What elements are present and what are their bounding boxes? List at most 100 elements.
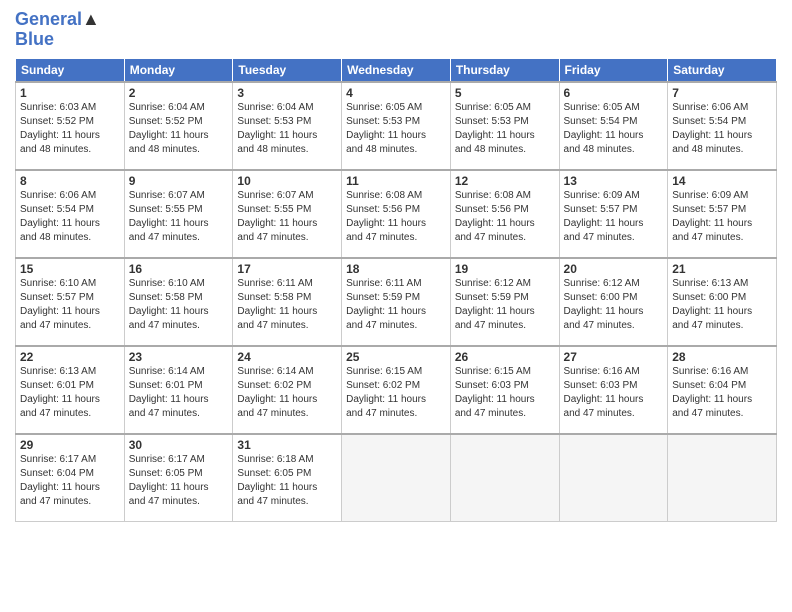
day-number: 6 — [564, 86, 664, 100]
day-number: 14 — [672, 174, 772, 188]
day-info: Sunrise: 6:08 AM Sunset: 5:56 PM Dayligh… — [346, 189, 446, 245]
calendar-cell: 30 Sunrise: 6:17 AM Sunset: 6:05 PM Dayl… — [124, 434, 233, 522]
header: General▲ Blue — [15, 10, 777, 50]
day-info: Sunrise: 6:04 AM Sunset: 5:52 PM Dayligh… — [129, 101, 229, 157]
day-info: Sunrise: 6:09 AM Sunset: 5:57 PM Dayligh… — [564, 189, 664, 245]
calendar-cell — [559, 434, 668, 522]
day-info: Sunrise: 6:06 AM Sunset: 5:54 PM Dayligh… — [672, 101, 772, 157]
day-info: Sunrise: 6:05 AM Sunset: 5:53 PM Dayligh… — [455, 101, 555, 157]
calendar-cell: 23 Sunrise: 6:14 AM Sunset: 6:01 PM Dayl… — [124, 346, 233, 434]
week-row-4: 22 Sunrise: 6:13 AM Sunset: 6:01 PM Dayl… — [16, 346, 777, 434]
calendar-cell: 3 Sunrise: 6:04 AM Sunset: 5:53 PM Dayli… — [233, 82, 342, 170]
day-info: Sunrise: 6:15 AM Sunset: 6:03 PM Dayligh… — [455, 365, 555, 421]
day-number: 18 — [346, 262, 446, 276]
col-header-friday: Friday — [559, 58, 668, 82]
logo-general: General — [15, 9, 82, 29]
col-header-thursday: Thursday — [450, 58, 559, 82]
day-info: Sunrise: 6:16 AM Sunset: 6:04 PM Dayligh… — [672, 365, 772, 421]
calendar-cell: 22 Sunrise: 6:13 AM Sunset: 6:01 PM Dayl… — [16, 346, 125, 434]
calendar-cell: 1 Sunrise: 6:03 AM Sunset: 5:52 PM Dayli… — [16, 82, 125, 170]
calendar-cell: 29 Sunrise: 6:17 AM Sunset: 6:04 PM Dayl… — [16, 434, 125, 522]
calendar-cell: 12 Sunrise: 6:08 AM Sunset: 5:56 PM Dayl… — [450, 170, 559, 258]
calendar-cell: 18 Sunrise: 6:11 AM Sunset: 5:59 PM Dayl… — [342, 258, 451, 346]
calendar-cell: 17 Sunrise: 6:11 AM Sunset: 5:58 PM Dayl… — [233, 258, 342, 346]
calendar-cell: 11 Sunrise: 6:08 AM Sunset: 5:56 PM Dayl… — [342, 170, 451, 258]
calendar-cell: 7 Sunrise: 6:06 AM Sunset: 5:54 PM Dayli… — [668, 82, 777, 170]
day-info: Sunrise: 6:05 AM Sunset: 5:54 PM Dayligh… — [564, 101, 664, 157]
day-number: 21 — [672, 262, 772, 276]
logo: General▲ Blue — [15, 10, 100, 50]
day-number: 3 — [237, 86, 337, 100]
day-info: Sunrise: 6:14 AM Sunset: 6:02 PM Dayligh… — [237, 365, 337, 421]
day-number: 12 — [455, 174, 555, 188]
day-info: Sunrise: 6:14 AM Sunset: 6:01 PM Dayligh… — [129, 365, 229, 421]
day-info: Sunrise: 6:18 AM Sunset: 6:05 PM Dayligh… — [237, 453, 337, 509]
day-number: 24 — [237, 350, 337, 364]
day-number: 9 — [129, 174, 229, 188]
col-header-wednesday: Wednesday — [342, 58, 451, 82]
day-info: Sunrise: 6:12 AM Sunset: 5:59 PM Dayligh… — [455, 277, 555, 333]
day-number: 31 — [237, 438, 337, 452]
day-info: Sunrise: 6:17 AM Sunset: 6:05 PM Dayligh… — [129, 453, 229, 509]
col-header-monday: Monday — [124, 58, 233, 82]
calendar-cell — [342, 434, 451, 522]
day-info: Sunrise: 6:07 AM Sunset: 5:55 PM Dayligh… — [129, 189, 229, 245]
calendar-cell: 6 Sunrise: 6:05 AM Sunset: 5:54 PM Dayli… — [559, 82, 668, 170]
day-info: Sunrise: 6:10 AM Sunset: 5:58 PM Dayligh… — [129, 277, 229, 333]
day-number: 26 — [455, 350, 555, 364]
day-number: 15 — [20, 262, 120, 276]
calendar-cell: 10 Sunrise: 6:07 AM Sunset: 5:55 PM Dayl… — [233, 170, 342, 258]
logo-blue: Blue — [15, 30, 100, 50]
day-info: Sunrise: 6:06 AM Sunset: 5:54 PM Dayligh… — [20, 189, 120, 245]
calendar-cell: 28 Sunrise: 6:16 AM Sunset: 6:04 PM Dayl… — [668, 346, 777, 434]
day-number: 4 — [346, 86, 446, 100]
calendar-cell: 15 Sunrise: 6:10 AM Sunset: 5:57 PM Dayl… — [16, 258, 125, 346]
week-row-1: 1 Sunrise: 6:03 AM Sunset: 5:52 PM Dayli… — [16, 82, 777, 170]
day-info: Sunrise: 6:13 AM Sunset: 6:01 PM Dayligh… — [20, 365, 120, 421]
calendar-cell: 20 Sunrise: 6:12 AM Sunset: 6:00 PM Dayl… — [559, 258, 668, 346]
calendar-cell: 16 Sunrise: 6:10 AM Sunset: 5:58 PM Dayl… — [124, 258, 233, 346]
day-info: Sunrise: 6:11 AM Sunset: 5:58 PM Dayligh… — [237, 277, 337, 333]
day-number: 8 — [20, 174, 120, 188]
calendar-cell: 4 Sunrise: 6:05 AM Sunset: 5:53 PM Dayli… — [342, 82, 451, 170]
calendar: SundayMondayTuesdayWednesdayThursdayFrid… — [15, 58, 777, 523]
calendar-cell: 9 Sunrise: 6:07 AM Sunset: 5:55 PM Dayli… — [124, 170, 233, 258]
day-number: 22 — [20, 350, 120, 364]
day-number: 2 — [129, 86, 229, 100]
day-number: 11 — [346, 174, 446, 188]
day-number: 1 — [20, 86, 120, 100]
calendar-cell: 25 Sunrise: 6:15 AM Sunset: 6:02 PM Dayl… — [342, 346, 451, 434]
day-number: 17 — [237, 262, 337, 276]
col-header-saturday: Saturday — [668, 58, 777, 82]
day-number: 7 — [672, 86, 772, 100]
day-info: Sunrise: 6:05 AM Sunset: 5:53 PM Dayligh… — [346, 101, 446, 157]
day-info: Sunrise: 6:13 AM Sunset: 6:00 PM Dayligh… — [672, 277, 772, 333]
day-info: Sunrise: 6:04 AM Sunset: 5:53 PM Dayligh… — [237, 101, 337, 157]
calendar-cell: 8 Sunrise: 6:06 AM Sunset: 5:54 PM Dayli… — [16, 170, 125, 258]
day-number: 27 — [564, 350, 664, 364]
day-info: Sunrise: 6:11 AM Sunset: 5:59 PM Dayligh… — [346, 277, 446, 333]
day-number: 10 — [237, 174, 337, 188]
day-number: 25 — [346, 350, 446, 364]
day-info: Sunrise: 6:17 AM Sunset: 6:04 PM Dayligh… — [20, 453, 120, 509]
day-info: Sunrise: 6:10 AM Sunset: 5:57 PM Dayligh… — [20, 277, 120, 333]
day-info: Sunrise: 6:16 AM Sunset: 6:03 PM Dayligh… — [564, 365, 664, 421]
week-row-3: 15 Sunrise: 6:10 AM Sunset: 5:57 PM Dayl… — [16, 258, 777, 346]
day-info: Sunrise: 6:07 AM Sunset: 5:55 PM Dayligh… — [237, 189, 337, 245]
calendar-cell: 19 Sunrise: 6:12 AM Sunset: 5:59 PM Dayl… — [450, 258, 559, 346]
week-row-2: 8 Sunrise: 6:06 AM Sunset: 5:54 PM Dayli… — [16, 170, 777, 258]
day-number: 19 — [455, 262, 555, 276]
page: General▲ Blue SundayMondayTuesdayWednesd… — [0, 0, 792, 612]
day-number: 30 — [129, 438, 229, 452]
calendar-cell: 26 Sunrise: 6:15 AM Sunset: 6:03 PM Dayl… — [450, 346, 559, 434]
calendar-cell: 14 Sunrise: 6:09 AM Sunset: 5:57 PM Dayl… — [668, 170, 777, 258]
day-number: 29 — [20, 438, 120, 452]
calendar-cell: 27 Sunrise: 6:16 AM Sunset: 6:03 PM Dayl… — [559, 346, 668, 434]
calendar-cell: 24 Sunrise: 6:14 AM Sunset: 6:02 PM Dayl… — [233, 346, 342, 434]
col-header-tuesday: Tuesday — [233, 58, 342, 82]
day-number: 16 — [129, 262, 229, 276]
calendar-cell: 2 Sunrise: 6:04 AM Sunset: 5:52 PM Dayli… — [124, 82, 233, 170]
day-number: 20 — [564, 262, 664, 276]
day-info: Sunrise: 6:08 AM Sunset: 5:56 PM Dayligh… — [455, 189, 555, 245]
day-number: 23 — [129, 350, 229, 364]
